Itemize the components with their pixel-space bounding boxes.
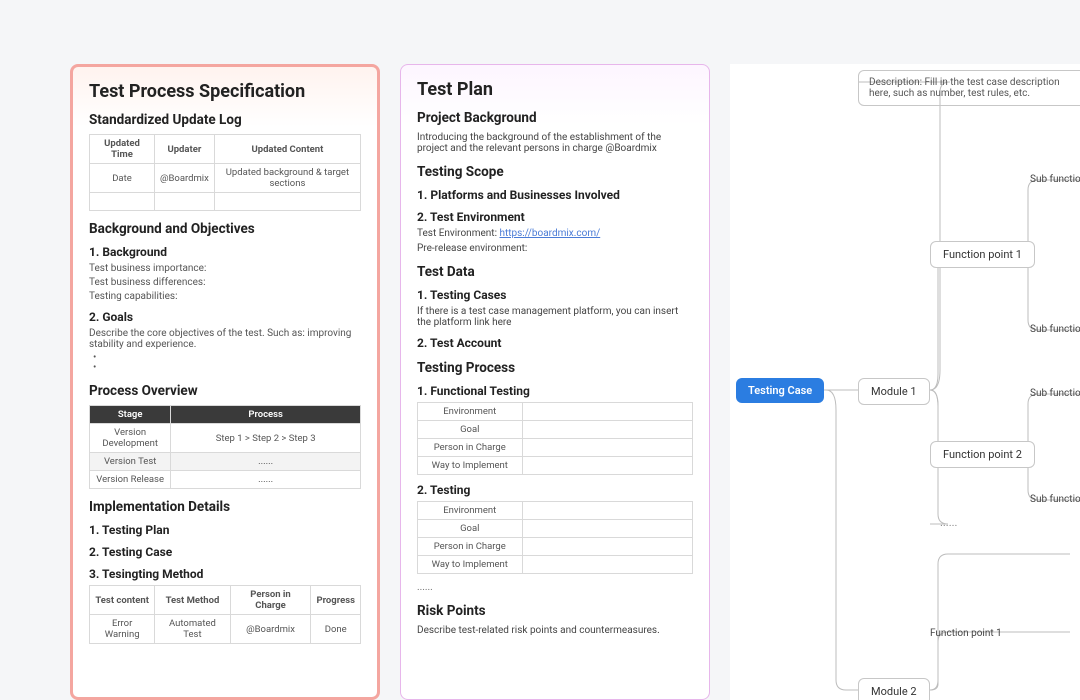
bg-line3: Testing capabilities:: [89, 291, 361, 302]
impl-2: 2. Testing Case: [89, 545, 361, 559]
scope-2: 2. Test Environment: [417, 210, 693, 224]
th-updated-content: Updated Content: [214, 135, 360, 164]
goals-bullets: ••: [89, 353, 361, 373]
cell: Version Release: [90, 471, 171, 489]
th-stage: Stage: [90, 406, 171, 424]
card-test-process-spec[interactable]: Test Process Specification Standardized …: [70, 64, 380, 700]
cell: ......: [171, 471, 361, 489]
th-test-content: Test content: [90, 586, 155, 615]
mind-fp3[interactable]: Function point 1: [930, 628, 1002, 639]
cell: Person in Charge: [418, 439, 523, 457]
mind-sfp2[interactable]: Sub function point 2: [1030, 324, 1080, 335]
bg-line2: Test business differences:: [89, 277, 361, 288]
cell: Version Test: [90, 453, 171, 471]
mind-sfp4[interactable]: Sub function point 2: [1030, 494, 1080, 505]
mindmap-panel[interactable]: Description: Fill in the test case descr…: [730, 64, 1080, 700]
update-log-table: Updated Time Updater Updated Content Dat…: [89, 134, 361, 211]
th-test-method: Test Method: [155, 586, 230, 615]
sec-bg-obj: Background and Objectives: [89, 221, 361, 237]
sec-process-overview: Process Overview: [89, 383, 361, 399]
sec-testing-process: Testing Process: [417, 360, 693, 376]
process-table: Stage Process Version Development Step 1…: [89, 405, 361, 489]
table-row: Version Test ......: [90, 453, 361, 471]
cell: Goal: [418, 520, 523, 538]
cell: @Boardmix: [154, 164, 214, 193]
impl-3: 3. Tesingting Method: [89, 567, 361, 581]
cell: Person in Charge: [418, 538, 523, 556]
mind-sfp3[interactable]: Sub function point 1: [1030, 388, 1080, 399]
pre-env: Pre-release environment:: [417, 243, 693, 254]
h-goals: 2. Goals: [89, 310, 361, 324]
sec-risk: Risk Points: [417, 603, 693, 619]
mind-fp2[interactable]: Function point 2: [930, 441, 1035, 468]
risk-desc: Describe test-related risk points and co…: [417, 625, 693, 636]
th-person: Person in Charge: [230, 586, 311, 615]
tp-2: 2. Testing: [417, 483, 693, 497]
th-updater: Updater: [154, 135, 214, 164]
table-row: Version Release ......: [90, 471, 361, 489]
h-background: 1. Background: [89, 245, 361, 259]
card-test-plan[interactable]: Test Plan Project Background Introducing…: [400, 64, 710, 700]
scope-1: 1. Platforms and Businesses Involved: [417, 188, 693, 202]
mind-root[interactable]: Testing Case: [736, 378, 824, 403]
th-process: Process: [171, 406, 361, 424]
data-2: 2. Test Account: [417, 336, 693, 350]
mind-fp1[interactable]: Function point 1: [930, 241, 1035, 268]
cell: Error Warning: [90, 615, 155, 644]
card2-title: Test Plan: [417, 79, 693, 100]
data-1: 1. Testing Cases: [417, 288, 693, 302]
cell: Updated background & target sections: [214, 164, 360, 193]
mind-desc-box[interactable]: Description: Fill in the test case descr…: [858, 70, 1080, 106]
goals-desc: Describe the core objectives of the test…: [89, 328, 361, 350]
cell: Done: [311, 615, 361, 644]
pb-desc: Introducing the background of the establ…: [417, 132, 693, 154]
cell: Environment: [418, 502, 523, 520]
table-row: Version Development Step 1 > Step 2 > St…: [90, 424, 361, 453]
cell: Environment: [418, 403, 523, 421]
mind-ellipsis-1: ......: [940, 516, 957, 529]
cell: Automated Test: [155, 615, 230, 644]
cell: Step 1 > Step 2 > Step 3: [171, 424, 361, 453]
sec-impl-details: Implementation Details: [89, 499, 361, 515]
mind-sfp1[interactable]: Sub function point 1: [1030, 174, 1080, 185]
cell: Way to Implement: [418, 556, 523, 574]
sec-project-bg: Project Background: [417, 110, 693, 126]
tp-dots: ......: [417, 582, 693, 593]
method-table: Test content Test Method Person in Charg…: [89, 585, 361, 644]
tp-1: 1. Functional Testing: [417, 384, 693, 398]
table-row: Error Warning Automated Test @Boardmix D…: [90, 615, 361, 644]
bg-line1: Test business importance:: [89, 263, 361, 274]
mind-module-2[interactable]: Module 2: [858, 678, 930, 700]
table-row-empty: [90, 193, 361, 211]
sec-scope: Testing Scope: [417, 164, 693, 180]
th-progress: Progress: [311, 586, 361, 615]
cell: Way to Implement: [418, 457, 523, 475]
table-row: Date @Boardmix Updated background & targ…: [90, 164, 361, 193]
th-updated-time: Updated Time: [90, 135, 155, 164]
data1-desc: If there is a test case management platf…: [417, 306, 693, 328]
cell: Date: [90, 164, 155, 193]
sec-test-data: Test Data: [417, 264, 693, 280]
functional-testing-table: Environment Goal Person in Charge Way to…: [417, 402, 693, 475]
impl-1: 1. Testing Plan: [89, 523, 361, 537]
cell: ......: [171, 453, 361, 471]
cell: @Boardmix: [230, 615, 311, 644]
mind-module-1[interactable]: Module 1: [858, 378, 930, 405]
card1-title: Test Process Specification: [89, 81, 361, 102]
sec-update-log: Standardized Update Log: [89, 112, 361, 128]
cell: Goal: [418, 421, 523, 439]
env-link[interactable]: https://boardmix.com/: [499, 228, 600, 239]
testing-table: Environment Goal Person in Charge Way to…: [417, 501, 693, 574]
env-label: Test Environment:: [417, 228, 497, 239]
env-line: Test Environment: https://boardmix.com/: [417, 228, 693, 239]
cell: Version Development: [90, 424, 171, 453]
